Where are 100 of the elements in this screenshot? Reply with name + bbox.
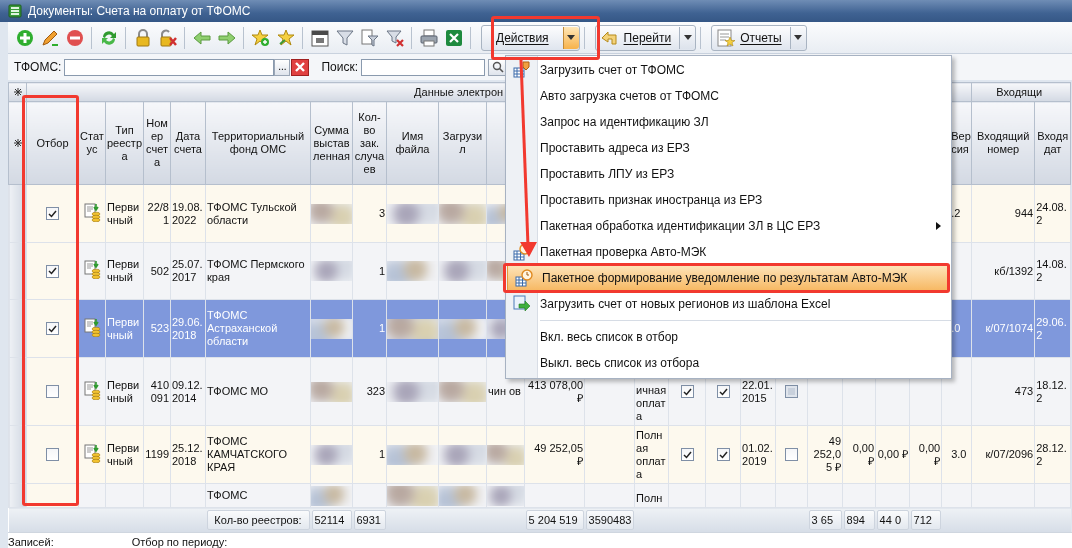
menu-item[interactable]: Пакетное формирование уведомление по результатам Авто-МЭК	[507, 265, 950, 291]
table-cell: Первичный	[107, 441, 140, 467]
browse-button[interactable]: ...	[274, 58, 291, 76]
table-cell: 25.07.2017	[172, 258, 203, 283]
table-cell: Полн	[636, 492, 663, 504]
column-header[interactable]: Вер сия	[951, 130, 971, 156]
table-cell: 14.08.2	[1036, 258, 1067, 283]
menu-item[interactable]: Проставить адреса из ЕРЗ	[506, 135, 951, 161]
blurred-area	[387, 203, 438, 224]
blurred-area	[439, 444, 486, 465]
table-cell: .0	[951, 322, 961, 334]
table-cell: 19.08.2022	[172, 200, 203, 226]
caret-icon	[567, 35, 576, 40]
table-cell: 28.12.2	[1036, 441, 1067, 467]
fund-field[interactable]	[64, 58, 275, 76]
table-cell: 49 252,05 ₽	[813, 435, 842, 473]
checkbox[interactable]	[680, 448, 694, 462]
menu-item[interactable]: Вкл. весь список в отбор	[506, 324, 951, 350]
table-cell: 944	[1014, 207, 1034, 219]
table-cell: 3	[378, 207, 385, 219]
menu-item[interactable]: Запрос на идентификацию ЗЛ	[506, 109, 951, 135]
checkbox[interactable]	[46, 322, 59, 336]
table-cell: Полная оплата	[636, 429, 666, 480]
table-cell: Первичный	[107, 315, 140, 341]
menu-item[interactable]: Авто загрузка счетов от ТФОМС	[506, 83, 951, 109]
blurred-area	[439, 381, 486, 402]
table-cell: 0,00 ₽	[877, 448, 909, 460]
table-cell: Первичный	[107, 200, 140, 226]
blurred-area	[311, 318, 352, 339]
blurred-area	[387, 485, 438, 506]
checkbox[interactable]	[46, 207, 59, 221]
blurred-area	[311, 485, 352, 506]
table-cell: Первичный	[107, 258, 140, 283]
total-cell: 44 0	[876, 510, 909, 530]
table-cell: чин ов	[488, 385, 521, 397]
table-row[interactable]: ТФОМС Полн	[8, 483, 1071, 508]
blurred-area	[487, 444, 524, 465]
table-badge-icon	[513, 61, 531, 79]
menu-item[interactable]: Загрузить счет от ТФОМС	[506, 57, 951, 83]
table-cell: 1	[378, 264, 385, 277]
checkbox[interactable]	[785, 385, 799, 399]
table-cell: 502	[150, 264, 169, 277]
checkbox[interactable]	[716, 385, 730, 399]
menu-item[interactable]: Пакетная обработка идентификации ЗЛ в ЦС ЕРЗ	[506, 213, 951, 239]
table-cell: 1199	[145, 448, 169, 460]
table-cell: 1	[378, 322, 385, 334]
caret-icon	[794, 35, 803, 40]
period-label: Отбор по периоду:	[131, 536, 228, 548]
table-cell: 0,00 ₽	[852, 441, 875, 467]
group-header: Данные электрон	[414, 85, 504, 98]
total-cell: 5 204 519	[525, 510, 584, 530]
total-cell: 712	[910, 510, 941, 530]
records-label: Записей:	[8, 536, 54, 548]
blurred-area	[387, 444, 438, 465]
table-cell: ТФОМС Пермского края	[207, 258, 305, 283]
window-title: Документы: Счета на оплату от ТФОМС	[28, 4, 251, 18]
total-cell: 3 65	[808, 510, 842, 530]
table-cell: 25.12.2018	[172, 441, 203, 467]
blurred-area	[387, 261, 438, 281]
checkbox[interactable]	[716, 448, 730, 462]
table-cell: 09.12.2014	[172, 378, 203, 404]
clear-button[interactable]	[291, 58, 310, 76]
blurred-area	[311, 203, 352, 224]
goto-dropdown[interactable]: Перейти	[594, 24, 697, 51]
table-cell: 22/81	[147, 200, 169, 226]
column-header[interactable]: Отбор	[28, 136, 77, 150]
asterisk-icon	[13, 138, 22, 147]
blurred-area	[311, 261, 352, 281]
checkbox[interactable]	[46, 264, 59, 278]
fund-label: ТФОМС:	[14, 60, 62, 74]
table-clock-icon	[515, 269, 533, 287]
search-label: Поиск:	[321, 60, 358, 74]
checkbox[interactable]	[46, 385, 59, 399]
blurred-area	[387, 318, 438, 339]
table-cell: ТФОМС МО	[207, 385, 269, 397]
table-cell: 01.02.2019	[742, 441, 773, 467]
document-arrow-icon	[513, 295, 531, 313]
table-cell: 523	[150, 322, 169, 334]
table-cell: 18.12.2	[1036, 378, 1067, 404]
table-cell: 323	[366, 385, 385, 397]
table-cell: к/07/1074	[985, 322, 1034, 334]
search-field[interactable]	[361, 58, 485, 76]
reports-dropdown[interactable]: Отчеты	[711, 24, 807, 51]
table-cell: 413 078,00 ₽	[528, 378, 584, 404]
asterisk-icon	[13, 87, 22, 96]
checkbox[interactable]	[680, 385, 694, 399]
blurred-area	[311, 444, 352, 465]
table-cell: 0,00 ₽	[918, 441, 941, 467]
table-cell: ТФОМС Тульской области	[207, 200, 297, 226]
total-cell: 894	[843, 510, 875, 530]
checkbox[interactable]	[46, 448, 59, 462]
blurred-area	[487, 485, 524, 506]
table-cell: 410091	[150, 378, 169, 404]
menu-item[interactable]: Проставить ЛПУ из ЕРЗ	[506, 161, 951, 187]
blurred-area	[387, 381, 438, 402]
table-cell: ТФОМС Астраханской области	[207, 309, 278, 347]
actions-dropdown[interactable]: Действия	[481, 24, 580, 51]
blurred-area	[311, 381, 352, 402]
checkbox[interactable]	[785, 448, 799, 462]
menu-item[interactable]: Проставить признак иностранца из ЕРЗ	[506, 187, 951, 213]
